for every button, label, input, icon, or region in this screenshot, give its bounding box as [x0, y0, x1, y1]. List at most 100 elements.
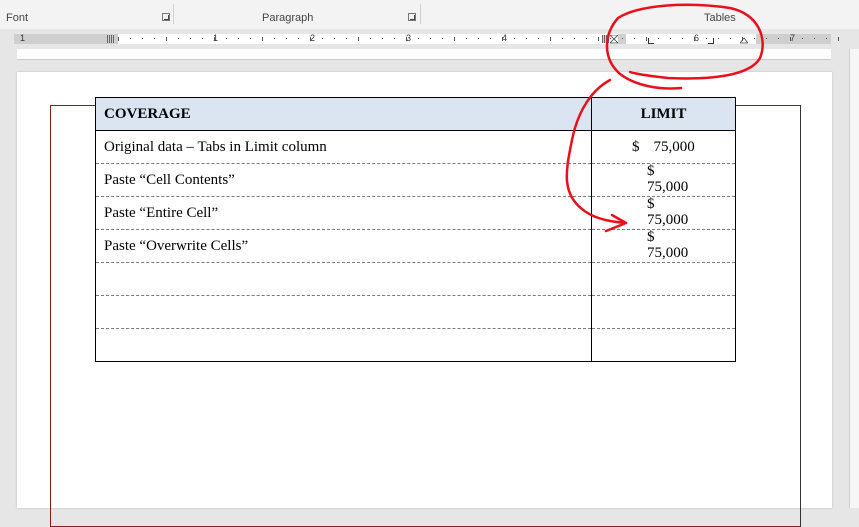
paragraph-dialog-launcher-icon[interactable]: [408, 13, 416, 21]
ruler-tick: [358, 37, 359, 41]
ruler-tick: [826, 38, 827, 39]
ruler-tick: [454, 37, 455, 41]
ruler-tick: [202, 38, 203, 39]
ruler-tick: [382, 38, 383, 39]
coverage-cell[interactable]: Original data – Tabs in Limit column: [95, 130, 592, 164]
ruler-tick: [346, 38, 347, 39]
ruler-tick: [682, 38, 683, 39]
ruler-tick: [514, 38, 515, 39]
coverage-cell[interactable]: [95, 262, 592, 296]
limit-cell[interactable]: $75,000: [591, 196, 736, 230]
ruler-tick: [838, 37, 839, 41]
font-dialog-launcher-icon[interactable]: [162, 13, 170, 21]
vertical-scrollbar[interactable]: [849, 49, 859, 508]
limit-amount: 75,000: [647, 245, 689, 261]
ruler-tick: [550, 37, 551, 41]
table-row: [95, 295, 736, 329]
coverage-cell[interactable]: Paste “Entire Cell”: [95, 196, 592, 230]
indent-marker-icon[interactable]: [610, 35, 618, 44]
ruler-tick: [286, 38, 287, 39]
ruler-tick: [466, 38, 467, 39]
ruler-tick: [118, 37, 119, 41]
ruler-tick: [718, 38, 719, 39]
coverage-cell[interactable]: Paste “Overwrite Cells”: [95, 229, 592, 263]
ruler-tick: [178, 38, 179, 39]
ruler-tick: [478, 38, 479, 39]
ruler-tick: [310, 37, 311, 41]
limit-cell[interactable]: [591, 328, 736, 362]
limit-amount: 75,000: [647, 179, 689, 195]
previous-page-bottom: [17, 49, 831, 60]
ruler-tick: [322, 38, 323, 39]
ruler-number: 1: [20, 33, 26, 43]
limit-cell[interactable]: $75,000: [591, 130, 736, 164]
ruler-tick: [502, 37, 503, 41]
ruler-tick: [766, 38, 767, 39]
limit-amount: 75,000: [647, 212, 689, 228]
table-header-row: COVERAGE LIMIT: [95, 97, 736, 131]
table-row: [95, 262, 736, 296]
coverage-table[interactable]: COVERAGE LIMIT Original data – Tabs in L…: [95, 97, 736, 362]
horizontal-ruler[interactable]: 1 1 2 3 4 6 7: [14, 33, 839, 44]
horizontal-ruler-area: 1 1 2 3 4 6 7: [0, 29, 859, 49]
font-group-label: Font: [6, 12, 29, 24]
limit-amount: 75,000: [653, 139, 695, 155]
ruler-tick: [670, 38, 671, 39]
ruler-tick: [250, 38, 251, 39]
ruler-tick: [790, 37, 791, 41]
limit-cell[interactable]: $75,000: [591, 229, 736, 263]
table-row: Paste “Entire Cell” $75,000: [95, 196, 736, 230]
ruler-tick: [226, 38, 227, 39]
ruler-text-area: [118, 34, 618, 44]
ruler-tick: [406, 37, 407, 41]
ruler-tick: [574, 38, 575, 39]
coverage-cell[interactable]: [95, 295, 592, 329]
ruler-tick: [622, 38, 623, 39]
ruler-tick: [562, 38, 563, 39]
ruler-tick: [154, 38, 155, 39]
ruler-tick: [754, 38, 755, 39]
left-tab-stop-icon[interactable]: [648, 38, 654, 44]
group-divider: [420, 4, 421, 24]
ruler-tick: [274, 38, 275, 39]
ruler-tick: [742, 37, 743, 41]
limit-cell[interactable]: [591, 262, 736, 296]
table-body: Original data – Tabs in Limit column $75,…: [95, 130, 736, 362]
ruler-tick: [538, 38, 539, 39]
table-column-marker[interactable]: [602, 35, 609, 43]
table-row: [95, 328, 736, 362]
ruler-tick: [610, 38, 611, 39]
ruler-tick: [526, 38, 527, 39]
ruler-tick: [814, 38, 815, 39]
tables-group-label: Tables: [704, 12, 736, 24]
limit-cell[interactable]: $75,000: [591, 163, 736, 197]
limit-cell[interactable]: [591, 295, 736, 329]
header-coverage[interactable]: COVERAGE: [95, 97, 592, 131]
ruler-tick: [730, 38, 731, 39]
ribbon-group-labels: Font Paragraph Tables: [0, 0, 859, 30]
coverage-cell[interactable]: Paste “Cell Contents”: [95, 163, 592, 197]
header-limit[interactable]: LIMIT: [591, 97, 736, 131]
ruler-tick: [442, 38, 443, 39]
group-divider: [173, 4, 174, 24]
dollar-sign: $: [647, 163, 655, 179]
dollar-sign: $: [647, 196, 655, 212]
ruler-tick: [694, 37, 695, 41]
limit-value: $75,000: [632, 139, 695, 156]
ruler-tick: [142, 38, 143, 39]
coverage-cell[interactable]: [95, 328, 592, 362]
ruler-tick: [706, 38, 707, 39]
dollar-sign: $: [647, 229, 655, 245]
limit-value-wrapped: $75,000: [647, 196, 688, 228]
right-tab-stop-icon[interactable]: [708, 38, 714, 44]
ruler-tick: [190, 38, 191, 39]
table-row: Original data – Tabs in Limit column $75,…: [95, 130, 736, 164]
ruler-tick: [238, 38, 239, 39]
limit-value-wrapped: $75,000: [647, 229, 688, 261]
ruler-tick: [634, 38, 635, 39]
table-row: Paste “Overwrite Cells” $75,000: [95, 229, 736, 263]
table-column-marker[interactable]: [107, 35, 114, 43]
ruler-tick: [166, 37, 167, 41]
ruler-tick: [778, 38, 779, 39]
ruler-tick: [598, 37, 599, 41]
